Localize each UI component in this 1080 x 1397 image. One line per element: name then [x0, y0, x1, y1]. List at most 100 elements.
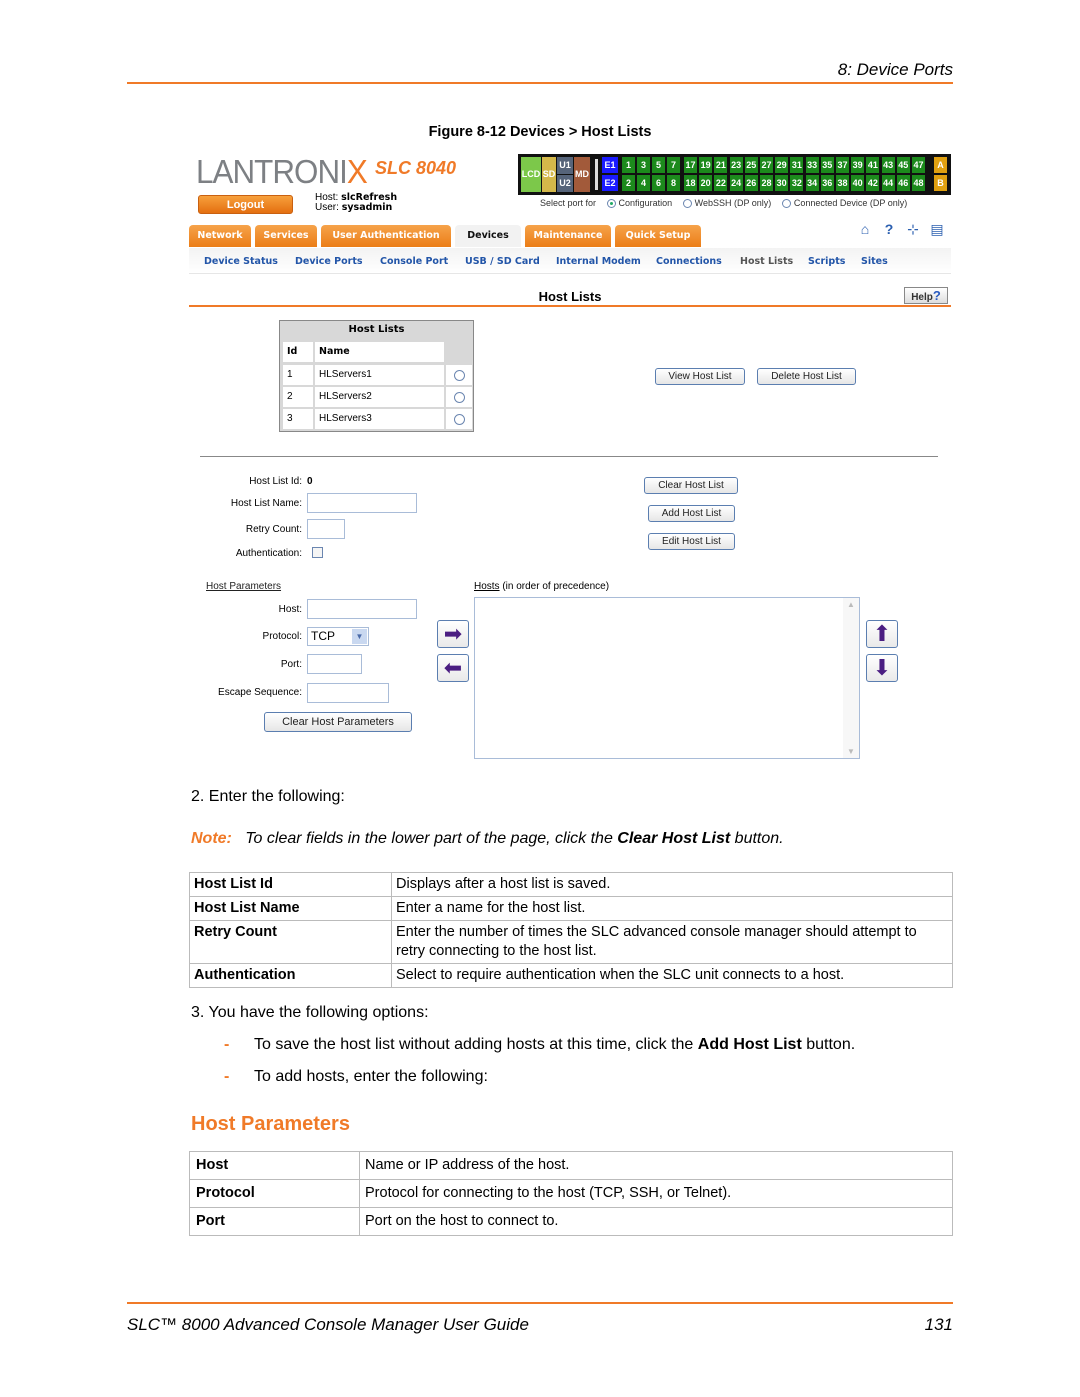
move-up-arrow-icon[interactable]: ⬆: [866, 620, 898, 648]
port-19[interactable]: 19: [699, 157, 713, 173]
subnav-device-status[interactable]: Device Status: [204, 256, 278, 267]
hosts-link[interactable]: Hosts: [474, 581, 500, 592]
subnav-console-port[interactable]: Console Port: [380, 256, 448, 267]
host-parameters-link[interactable]: Host Parameters: [206, 581, 281, 592]
port-8[interactable]: 8: [667, 175, 680, 191]
port-39[interactable]: 39: [851, 157, 865, 173]
port-30[interactable]: 30: [775, 175, 789, 191]
ethernet-e1[interactable]: E1: [602, 157, 618, 173]
host-list-name-input[interactable]: [307, 493, 417, 513]
port-44[interactable]: 44: [881, 175, 895, 191]
add-host-right-arrow-icon[interactable]: ➡: [437, 620, 469, 648]
subnav-host-lists[interactable]: Host Lists: [740, 256, 793, 267]
subnav-connections[interactable]: Connections: [656, 256, 722, 267]
help-button[interactable]: Help?: [904, 287, 948, 304]
tab-devices[interactable]: Devices: [455, 225, 521, 247]
tab-network[interactable]: Network: [189, 225, 251, 247]
port-20[interactable]: 20: [699, 175, 713, 191]
port-6[interactable]: 6: [652, 175, 665, 191]
port-4[interactable]: 4: [637, 175, 650, 191]
protocol-select[interactable]: TCP ▼: [307, 627, 369, 646]
port-17[interactable]: 17: [684, 157, 697, 173]
port-input[interactable]: [307, 654, 362, 674]
radio-webssh[interactable]: [682, 199, 692, 209]
port-48[interactable]: 48: [912, 175, 925, 191]
scroll-up-icon[interactable]: ▲: [843, 600, 859, 609]
port-43[interactable]: 43: [881, 157, 895, 173]
edit-host-list-button[interactable]: Edit Host List: [648, 533, 735, 550]
port-group-b[interactable]: B: [934, 175, 947, 191]
log-icon[interactable]: ▤: [925, 221, 949, 238]
port-33[interactable]: 33: [805, 157, 819, 173]
subnav-sites[interactable]: Sites: [861, 256, 888, 267]
tab-maintenance[interactable]: Maintenance: [525, 225, 611, 247]
host-input[interactable]: [307, 599, 417, 619]
lcd-indicator[interactable]: LCD: [521, 157, 541, 192]
row-select-radio[interactable]: [454, 392, 465, 403]
port-group-a[interactable]: A: [934, 157, 947, 173]
port-28[interactable]: 28: [760, 175, 773, 191]
port-22[interactable]: 22: [714, 175, 728, 191]
authentication-checkbox[interactable]: [312, 547, 323, 558]
port-18[interactable]: 18: [684, 175, 697, 191]
port-45[interactable]: 45: [896, 157, 910, 173]
port-38[interactable]: 38: [836, 175, 849, 191]
port-36[interactable]: 36: [820, 175, 834, 191]
subnav-usb-sd-card[interactable]: USB / SD Card: [465, 256, 540, 267]
usb-u2-indicator[interactable]: U2: [557, 175, 573, 192]
retry-count-input[interactable]: [307, 519, 345, 539]
port-1[interactable]: 1: [622, 157, 635, 173]
bullet-bold: Add Host List: [697, 1036, 802, 1053]
hosts-listbox[interactable]: ▲ ▼: [474, 597, 860, 759]
port-32[interactable]: 32: [790, 175, 804, 191]
port-7[interactable]: 7: [667, 157, 680, 173]
add-host-list-button[interactable]: Add Host List: [648, 505, 735, 522]
radio-connected-device[interactable]: [781, 199, 791, 209]
port-25[interactable]: 25: [744, 157, 758, 173]
port-5[interactable]: 5: [652, 157, 665, 173]
home-icon[interactable]: ⌂: [853, 221, 877, 237]
subnav-internal-modem[interactable]: Internal Modem: [556, 256, 641, 267]
radio-configuration[interactable]: [606, 199, 616, 209]
tab-services[interactable]: Services: [255, 225, 317, 247]
logout-button[interactable]: Logout: [198, 195, 293, 214]
port-31[interactable]: 31: [790, 157, 804, 173]
subnav-scripts[interactable]: Scripts: [808, 256, 845, 267]
tab-user-authentication[interactable]: User Authentication: [321, 225, 451, 247]
port-3[interactable]: 3: [637, 157, 650, 173]
port-37[interactable]: 37: [836, 157, 849, 173]
port-34[interactable]: 34: [805, 175, 819, 191]
scroll-down-icon[interactable]: ▼: [843, 747, 859, 756]
tab-quick-setup[interactable]: Quick Setup: [615, 225, 701, 247]
port-24[interactable]: 24: [729, 175, 743, 191]
port-29[interactable]: 29: [775, 157, 789, 173]
remove-host-left-arrow-icon[interactable]: ⬅: [437, 654, 469, 682]
port-2[interactable]: 2: [622, 175, 635, 191]
row-select-radio[interactable]: [454, 414, 465, 425]
port-42[interactable]: 42: [866, 175, 880, 191]
usb-u1-indicator[interactable]: U1: [557, 157, 573, 174]
subnav-device-ports[interactable]: Device Ports: [295, 256, 363, 267]
port-26[interactable]: 26: [744, 175, 758, 191]
listbox-scrollbar[interactable]: ▲ ▼: [843, 598, 859, 758]
modem-indicator[interactable]: MD: [574, 157, 590, 192]
port-23[interactable]: 23: [729, 157, 743, 173]
port-46[interactable]: 46: [896, 175, 910, 191]
port-35[interactable]: 35: [820, 157, 834, 173]
port-40[interactable]: 40: [851, 175, 865, 191]
port-41[interactable]: 41: [866, 157, 880, 173]
delete-host-list-button[interactable]: Delete Host List: [757, 368, 856, 385]
sitemap-icon[interactable]: ⊹: [901, 221, 925, 238]
port-21[interactable]: 21: [714, 157, 728, 173]
escape-sequence-input[interactable]: [307, 683, 389, 703]
move-down-arrow-icon[interactable]: ⬇: [866, 654, 898, 682]
help-icon[interactable]: ?: [877, 221, 901, 237]
clear-host-list-button[interactable]: Clear Host List: [644, 477, 738, 494]
port-47[interactable]: 47: [912, 157, 925, 173]
ethernet-e2[interactable]: E2: [602, 175, 618, 191]
sd-indicator[interactable]: SD: [542, 157, 556, 192]
clear-host-parameters-button[interactable]: Clear Host Parameters: [264, 712, 412, 732]
port-27[interactable]: 27: [760, 157, 773, 173]
row-select-radio[interactable]: [454, 370, 465, 381]
view-host-list-button[interactable]: View Host List: [655, 368, 745, 385]
